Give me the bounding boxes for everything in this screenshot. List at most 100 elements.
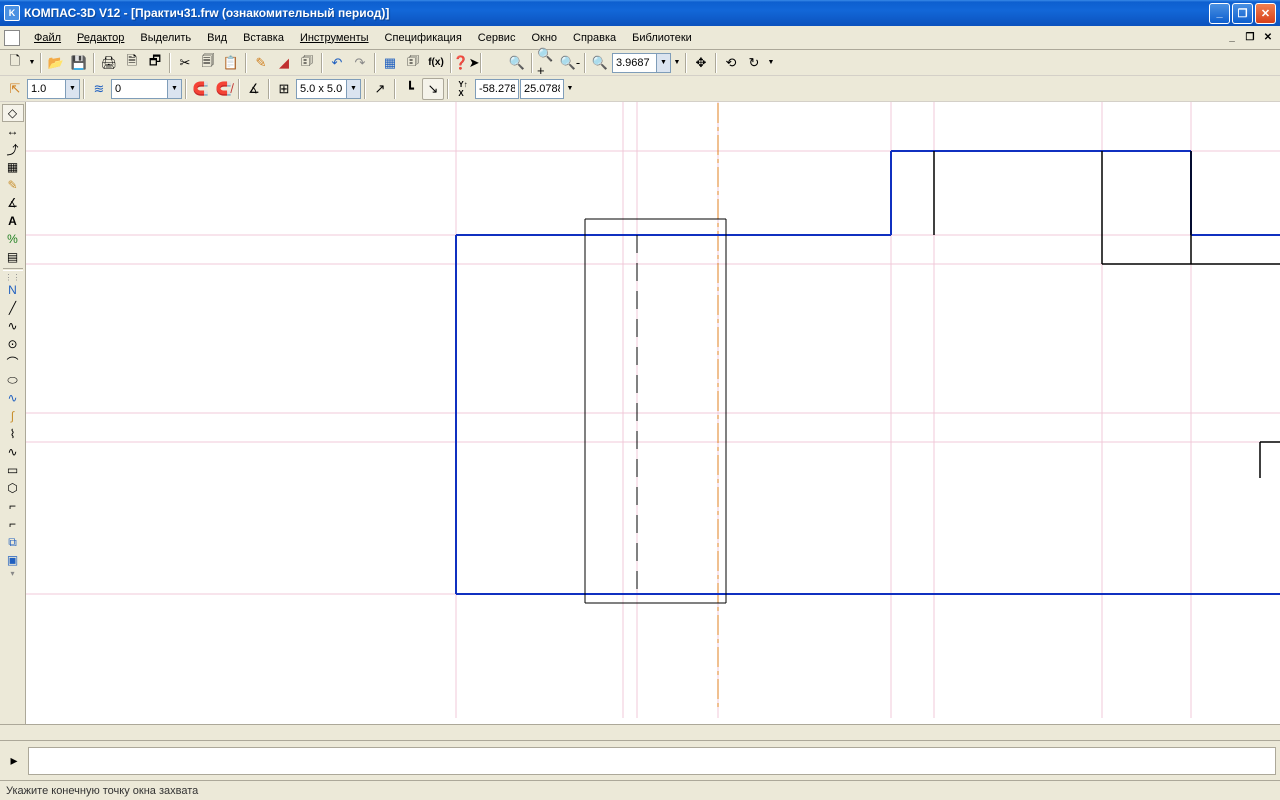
drawing-canvas[interactable] xyxy=(26,102,1280,724)
local-cs-button[interactable]: ↗ xyxy=(369,78,391,100)
open-button[interactable]: 📂 xyxy=(45,52,67,74)
measure-tool[interactable]: % xyxy=(2,230,24,248)
new-dropdown[interactable]: ▼ xyxy=(27,59,37,66)
eraser-button[interactable]: ◢ xyxy=(273,52,295,74)
fx-button[interactable]: f(x) xyxy=(425,52,447,74)
menu-file[interactable]: Файл xyxy=(26,29,69,47)
menu-view[interactable]: Вид xyxy=(199,29,235,47)
minimize-button[interactable]: _ xyxy=(1209,3,1230,24)
break-tool[interactable]: ⌇ xyxy=(2,425,24,443)
snap-on-button[interactable]: 🧲 xyxy=(190,78,212,100)
coord-mode-button[interactable]: Y↑X xyxy=(452,78,474,100)
doc-minimize-button[interactable]: _ xyxy=(1224,31,1240,45)
redo-button[interactable]: ↷ xyxy=(349,52,371,74)
spline-tool[interactable]: ∿ xyxy=(2,389,24,407)
command-menu-button[interactable]: ▸ xyxy=(4,747,24,775)
properties-button[interactable]: 🗊 xyxy=(296,52,318,74)
circle-tool[interactable]: ⊙ xyxy=(2,335,24,353)
variables-button[interactable]: 🗊 xyxy=(402,52,424,74)
ellipse-tool[interactable]: ⬭ xyxy=(2,371,24,389)
grid-dropdown[interactable]: ▼ xyxy=(346,79,361,99)
print-preview-button[interactable]: 🗎 xyxy=(121,52,143,74)
menu-window[interactable]: Окно xyxy=(523,29,565,47)
menu-spec[interactable]: Спецификация xyxy=(377,29,470,47)
offset-tool[interactable]: ⧉ xyxy=(2,533,24,551)
coord-x-input[interactable] xyxy=(475,79,519,99)
copy-button[interactable]: 🗐 xyxy=(197,52,219,74)
panel-handle[interactable]: ⋮⋮ xyxy=(3,273,23,281)
coord-dropdown[interactable]: ▼ xyxy=(565,85,575,92)
equidistant-tool[interactable]: ▣ xyxy=(2,551,24,569)
zoom-window-button[interactable]: 🔍 xyxy=(506,52,528,74)
ortho-button[interactable]: ┗ xyxy=(399,78,421,100)
notation-tool[interactable]: ⤴ xyxy=(2,140,24,158)
print-button[interactable]: 🖨 xyxy=(98,52,120,74)
menu-tools[interactable]: Инструменты xyxy=(292,29,377,47)
menu-service[interactable]: Сервис xyxy=(470,29,524,47)
zoom-input[interactable] xyxy=(612,53,656,73)
print-layout-button[interactable]: 🗗 xyxy=(144,52,166,74)
edit-tool[interactable]: ✎ xyxy=(2,176,24,194)
horizontal-scroll[interactable] xyxy=(0,724,1280,740)
polygon-tool[interactable]: ⬡ xyxy=(2,479,24,497)
layer-dropdown[interactable]: ▼ xyxy=(167,79,182,99)
new-button[interactable]: 🗋 xyxy=(4,52,26,74)
constraint-button[interactable]: ∡ xyxy=(243,78,265,100)
menu-insert[interactable]: Вставка xyxy=(235,29,292,47)
layer-input[interactable] xyxy=(111,79,167,99)
point-tool[interactable]: N xyxy=(2,281,24,299)
help-context-button[interactable]: ❓➤ xyxy=(455,52,477,74)
document-icon[interactable] xyxy=(4,30,20,46)
coord-y-input[interactable] xyxy=(520,79,564,99)
doc-close-button[interactable]: ✕ xyxy=(1260,31,1276,45)
param-tool[interactable]: ∡ xyxy=(2,194,24,212)
layer-combo[interactable]: ▼ xyxy=(111,79,182,99)
menu-help[interactable]: Справка xyxy=(565,29,624,47)
zoom-in-button[interactable]: 🔍+ xyxy=(536,52,558,74)
zoom-fit-button[interactable]: 🔍 xyxy=(589,52,611,74)
line-tool[interactable]: ╱ xyxy=(2,299,24,317)
brush-button[interactable]: ✎ xyxy=(250,52,272,74)
doc-restore-button[interactable]: ❐ xyxy=(1242,31,1258,45)
close-button[interactable]: ✕ xyxy=(1255,3,1276,24)
grid-button[interactable]: ⊞ xyxy=(273,78,295,100)
command-input[interactable] xyxy=(28,747,1276,775)
curve-tool[interactable]: ∿ xyxy=(2,317,24,335)
fillet-tool[interactable]: ⌐ xyxy=(2,497,24,515)
maximize-button[interactable]: ❐ xyxy=(1232,3,1253,24)
rebuild-button[interactable]: ⟲ xyxy=(720,52,742,74)
manager-button[interactable]: ▦ xyxy=(379,52,401,74)
snap-off-button[interactable]: 🧲̸ xyxy=(213,78,235,100)
spec-tool[interactable]: ▤ xyxy=(2,248,24,266)
grid-combo[interactable]: ▼ xyxy=(296,79,361,99)
polyline-tool[interactable]: ∿ xyxy=(2,443,24,461)
step-dropdown[interactable]: ▼ xyxy=(65,79,80,99)
refresh-button[interactable]: ↻ xyxy=(743,52,765,74)
refresh-dropdown[interactable]: ▼ xyxy=(766,59,776,66)
zoom-dropdown[interactable]: ▼ xyxy=(656,53,671,73)
round-button[interactable]: ↘ xyxy=(422,78,444,100)
grid-input[interactable] xyxy=(296,79,346,99)
step-input[interactable] xyxy=(27,79,65,99)
zoom-extra-dropdown[interactable]: ▼ xyxy=(672,59,682,66)
panel-end-handle[interactable]: ▾ xyxy=(3,569,23,577)
pan-button[interactable]: ✥ xyxy=(690,52,712,74)
paste-button[interactable]: 📋 xyxy=(220,52,242,74)
chamfer-tool[interactable]: ⌐ xyxy=(2,515,24,533)
menu-select[interactable]: Выделить xyxy=(132,29,199,47)
cut-button[interactable]: ✂ xyxy=(174,52,196,74)
dimension-tool[interactable]: ↔ xyxy=(2,122,24,140)
zoom-out-button[interactable]: 🔍- xyxy=(559,52,581,74)
arc-tool[interactable]: ⌒ xyxy=(2,353,24,371)
text-tool[interactable]: A xyxy=(2,212,24,230)
layer-button[interactable]: ≋ xyxy=(88,78,110,100)
zoom-combo[interactable]: ▼ xyxy=(612,53,671,73)
save-button[interactable]: 💾 xyxy=(68,52,90,74)
rect-tool[interactable]: ▭ xyxy=(2,461,24,479)
hatch-tool[interactable]: ▦ xyxy=(2,158,24,176)
bezier-tool[interactable]: ∫ xyxy=(2,407,24,425)
menu-edit[interactable]: Редактор xyxy=(69,29,132,47)
step-combo[interactable]: ▼ xyxy=(27,79,80,99)
dim-step-button[interactable]: ⇱ xyxy=(4,78,26,100)
undo-button[interactable]: ↶ xyxy=(326,52,348,74)
